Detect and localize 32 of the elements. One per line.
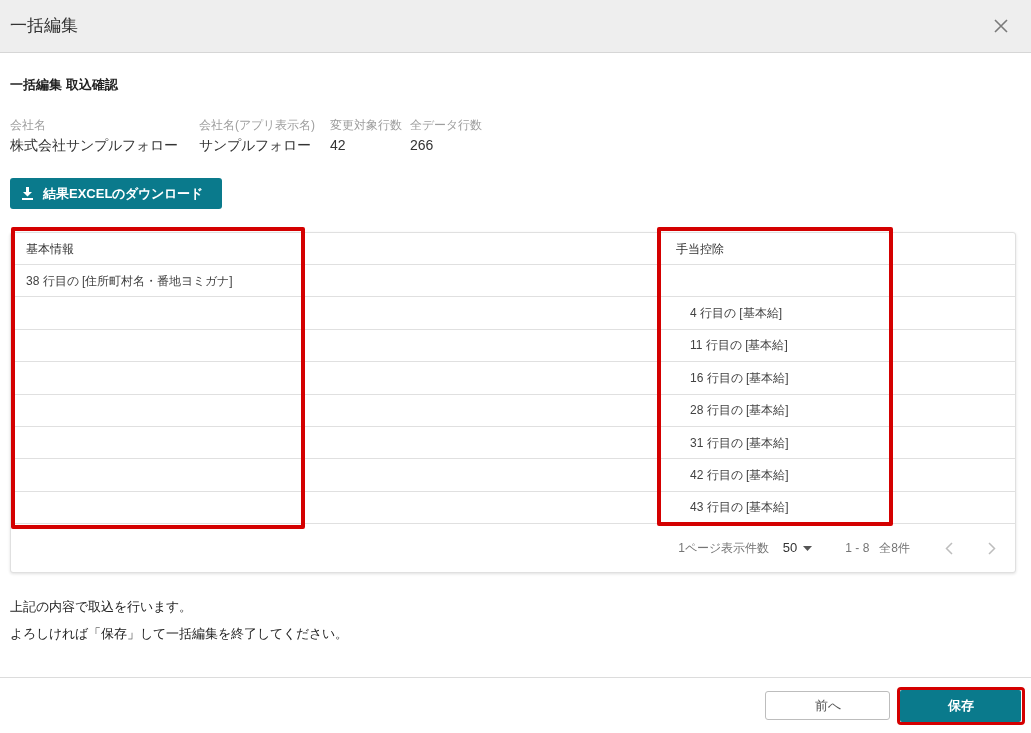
section-title: 一括編集 取込確認 [10, 76, 118, 94]
message-text: よろしければ「保存」して一括編集を終了してください。 [10, 625, 348, 644]
page-range: 1 - 8 [845, 540, 870, 558]
field-value: 株式会社サンプルフォロー [10, 136, 178, 155]
field-label: 会社名 [10, 117, 46, 133]
table-cell-text: 4 行目の [基本給] [690, 305, 782, 323]
download-icon [22, 187, 33, 200]
field-value: 266 [410, 136, 434, 155]
back-button[interactable]: 前へ [765, 691, 890, 720]
table-cell-text: 11 行目の [基本給] [690, 337, 788, 355]
download-button[interactable]: 結果EXCELのダウンロード [10, 178, 222, 209]
table-cell-text: 31 行目の [基本給] [690, 434, 789, 452]
column-header: 基本情報 [11, 233, 657, 265]
dialog-title: 一括編集 [10, 15, 78, 37]
field-label: 会社名(アプリ表示名) [199, 117, 315, 133]
save-button[interactable]: 保存 [900, 689, 1021, 722]
message-text: 上記の内容で取込を行います。 [10, 598, 192, 617]
caret-down-icon [803, 545, 813, 551]
field-label: 変更対象行数 [330, 117, 402, 133]
close-icon[interactable] [994, 19, 1008, 33]
table-cell-text: 42 行目の [基本給] [690, 467, 789, 485]
field-value: 42 [330, 136, 346, 155]
total-count: 全8件 [879, 540, 910, 558]
table-cell-text: 28 行目の [基本給] [690, 402, 789, 420]
table-cell-text: 16 行目の [基本給] [690, 369, 789, 387]
rows-per-page-select[interactable]: 50 [782, 538, 813, 558]
table-cell-text: 38 行目の [住所町村名・番地ヨミガナ] [26, 272, 233, 290]
field-label: 全データ行数 [410, 117, 482, 133]
column-header: 手当控除 [657, 233, 1015, 265]
table-cell-text: 43 行目の [基本給] [690, 499, 789, 517]
field-value: サンプルフォロー [199, 136, 311, 155]
rows-per-page-label: 1ページ表示件数 [678, 540, 769, 558]
